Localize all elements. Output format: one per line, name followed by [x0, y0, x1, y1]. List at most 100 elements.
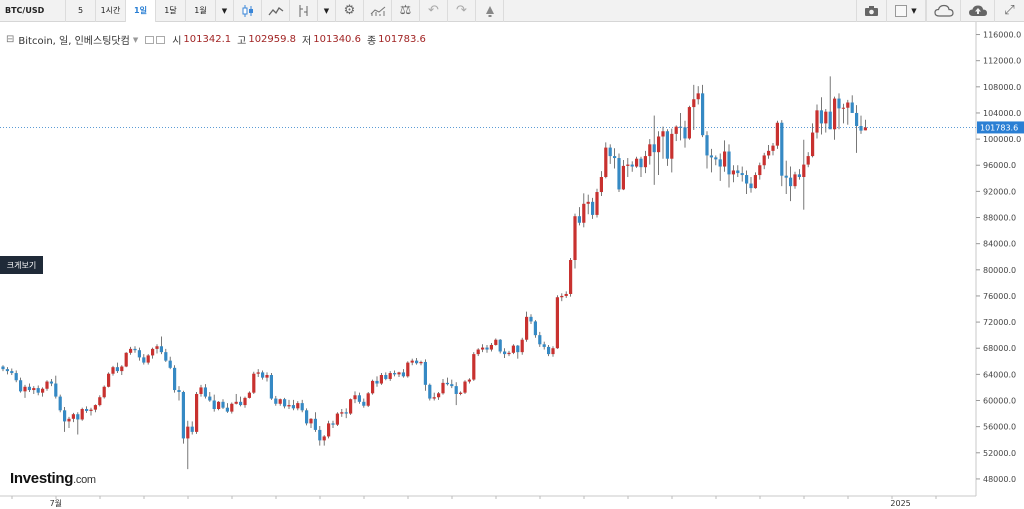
candle-body [291, 405, 295, 409]
y-tick-label: 76000.0 [983, 292, 1016, 301]
candle-body [753, 175, 757, 189]
interval-1-hour[interactable]: 1시간 [96, 0, 126, 22]
candle-body [190, 426, 194, 432]
candle-body [683, 127, 687, 139]
candle-body [797, 174, 801, 178]
candle-body [67, 418, 71, 422]
candle-body [621, 165, 625, 190]
candle-body [674, 126, 678, 134]
candle-body [384, 375, 388, 379]
interval-5[interactable]: 5 [66, 0, 96, 22]
y-tick-label: 100000.0 [983, 135, 1021, 144]
last-price-label: 101783.6 [980, 123, 1018, 132]
candle-body [327, 423, 331, 437]
fullscreen-icon[interactable]: ⤢ [994, 0, 1024, 22]
y-tick-label: 96000.0 [983, 161, 1016, 170]
candle-body [670, 133, 674, 159]
y-tick-label: 92000.0 [983, 187, 1016, 196]
interval-1-day[interactable]: 1일 [126, 0, 156, 22]
candle-body [771, 145, 775, 151]
candle-body [459, 392, 463, 394]
candle-body [159, 346, 163, 353]
candle-body [454, 386, 458, 394]
indicators-dropdown-icon[interactable]: ▼ [318, 0, 336, 22]
candle-body [833, 98, 837, 130]
bars-icon[interactable] [364, 0, 392, 22]
zoom-button[interactable]: 크게보기 [0, 256, 43, 274]
candle-body [168, 360, 172, 368]
candle-body [199, 387, 203, 394]
candlestick-icon[interactable] [234, 0, 262, 22]
cloud-upload-icon[interactable] [960, 0, 994, 22]
interval-1-month[interactable]: 1달 [156, 0, 186, 22]
candle-body [648, 144, 652, 157]
compare-icon[interactable]: ⚖ [392, 0, 420, 22]
candle-body [569, 260, 573, 294]
candle-body [230, 403, 234, 412]
candle-body [731, 170, 735, 175]
interval-1-month-alt[interactable]: 1월 [186, 0, 216, 22]
camera-icon[interactable] [856, 0, 886, 22]
candle-body [635, 158, 639, 167]
settings-icon[interactable]: ⚙ [336, 0, 364, 22]
candle-body [476, 349, 480, 355]
candle-body [551, 348, 555, 355]
color-swatch-icon[interactable]: ▼ [886, 0, 926, 22]
candle-body [234, 401, 238, 404]
candle-body [511, 345, 515, 353]
candle-body [613, 156, 617, 159]
candle-body [1, 366, 5, 370]
symbol-button[interactable]: BTC/USD [0, 0, 66, 22]
candle-body [811, 132, 815, 157]
candle-body [547, 346, 551, 355]
candle-body [819, 110, 823, 124]
candle-body [560, 295, 564, 298]
candle-body [256, 372, 260, 374]
line-chart-icon[interactable] [262, 0, 290, 22]
candle-body [322, 436, 326, 441]
candle-body [520, 339, 524, 353]
candle-body [841, 107, 845, 109]
candle-body [366, 393, 370, 406]
candle-body [718, 159, 722, 167]
candle-body [498, 339, 502, 352]
candle-body [740, 173, 744, 176]
candle-body [802, 164, 806, 178]
candle-body [85, 409, 89, 411]
candle-body [687, 107, 691, 139]
candle-body [379, 375, 383, 384]
candle-body [525, 316, 529, 340]
candle-body [243, 397, 247, 406]
candle-body [485, 347, 489, 350]
candle-body [481, 347, 485, 350]
candle-body [789, 177, 793, 187]
candle-body [142, 357, 146, 363]
candle-body [692, 99, 696, 108]
candle-body [274, 398, 278, 404]
candle-body [155, 346, 159, 349]
candle-body [120, 366, 124, 372]
interval-dropdown-icon[interactable]: ▼ [216, 0, 234, 22]
candle-body [582, 203, 586, 223]
alert-icon[interactable] [476, 0, 504, 22]
candle-body [186, 426, 190, 439]
price-chart[interactable]: 48000.0 52000.0 56000.0 60000.0 64000.0 68000… [0, 22, 1024, 509]
x-tick-label: 7월 [50, 498, 62, 508]
candle-body [643, 156, 647, 168]
candle-body [564, 293, 568, 296]
investing-logo: Investing.com [10, 470, 96, 487]
undo-icon[interactable]: ↶ [420, 0, 448, 22]
candle-body [388, 373, 392, 379]
redo-icon[interactable]: ↷ [448, 0, 476, 22]
candle-body [863, 127, 867, 131]
indicators-icon[interactable] [290, 0, 318, 22]
y-tick-label: 56000.0 [983, 423, 1016, 432]
candle-body [23, 386, 27, 392]
candle-body [32, 388, 36, 391]
candle-body [349, 399, 353, 414]
candle-body [573, 216, 577, 260]
candle-body [855, 112, 859, 127]
candle-body [45, 381, 49, 389]
cloud-save-icon[interactable] [926, 0, 960, 22]
candle-body [608, 147, 612, 157]
